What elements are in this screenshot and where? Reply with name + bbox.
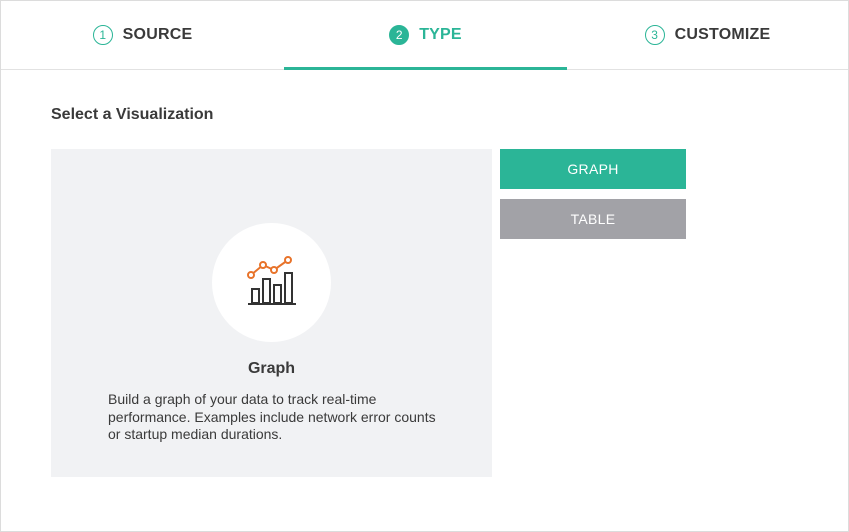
bar-line-chart-icon (246, 255, 296, 305)
step-label: CUSTOMIZE (674, 26, 771, 43)
table-button[interactable]: TABLE (500, 199, 686, 239)
visualization-wizard: 1 SOURCE 2 TYPE 3 CUSTOMIZE Select a Vis… (0, 0, 849, 532)
step-label: SOURCE (122, 26, 193, 43)
stepper: 1 SOURCE 2 TYPE 3 CUSTOMIZE (1, 1, 848, 70)
preview-description: Build a graph of your data to track real… (108, 391, 436, 442)
step-label: TYPE (419, 26, 462, 43)
step-type[interactable]: 2 TYPE (284, 1, 567, 69)
visualization-preview: Graph Build a graph of your data to trac… (51, 149, 492, 477)
step-number: 2 (389, 25, 410, 45)
step-number: 3 (644, 25, 665, 45)
step-customize[interactable]: 3 CUSTOMIZE (567, 1, 848, 69)
active-step-indicator (284, 67, 567, 70)
preview-title: Graph (247, 360, 296, 377)
page-title: Select a Visualization (51, 106, 214, 123)
step-source[interactable]: 1 SOURCE (1, 1, 284, 69)
step-number: 1 (92, 25, 113, 45)
preview-icon-circle (212, 223, 331, 342)
graph-button[interactable]: GRAPH (500, 149, 686, 189)
